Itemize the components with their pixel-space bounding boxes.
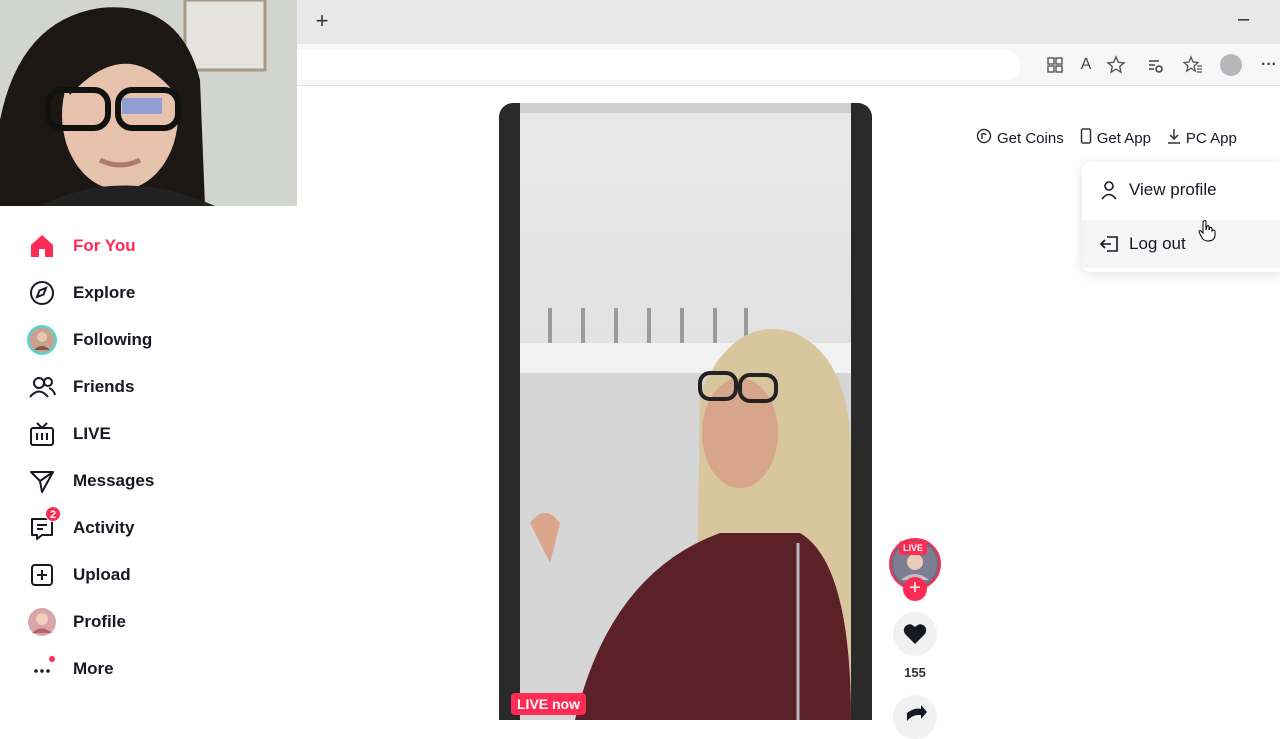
sidebar-item-label: Friends xyxy=(73,377,135,396)
extensions-icon[interactable] xyxy=(1144,54,1166,76)
upload-icon xyxy=(26,559,58,591)
profile-icon[interactable] xyxy=(1220,54,1242,76)
sidebar-item-label: Upload xyxy=(73,565,131,584)
new-tab-button[interactable]: + xyxy=(309,9,335,35)
log-out-menu-item[interactable]: Log out xyxy=(1082,220,1280,268)
sidebar-item-more[interactable]: More xyxy=(26,649,114,689)
favorites-icon[interactable] xyxy=(1182,54,1204,76)
sidebar: For You Explore Following Friends LIVE M… xyxy=(0,206,250,720)
favorite-star-icon[interactable] xyxy=(1105,54,1127,76)
sidebar-item-for-you[interactable]: For You xyxy=(26,226,136,266)
compass-icon xyxy=(26,277,58,309)
sidebar-item-friends[interactable]: Friends xyxy=(26,367,134,407)
person-icon xyxy=(1098,180,1120,200)
share-button[interactable] xyxy=(893,695,937,739)
sidebar-item-profile[interactable]: Profile xyxy=(26,602,126,642)
read-aloud-glyph: A xyxy=(1080,56,1092,73)
share-arrow-icon xyxy=(907,705,927,721)
get-coins-label: Get Coins xyxy=(997,129,1064,147)
get-coins-button[interactable]: Get Coins xyxy=(968,119,1072,157)
log-out-label: Log out xyxy=(1129,234,1186,253)
view-profile-menu-item[interactable]: View profile xyxy=(1082,166,1280,214)
coin-icon xyxy=(976,128,992,148)
following-avatar xyxy=(26,324,58,356)
more-glyph: ··· xyxy=(1261,56,1277,73)
sidebar-item-label: Following xyxy=(73,330,153,349)
home-icon xyxy=(26,230,58,262)
sidebar-item-live[interactable]: LIVE xyxy=(26,414,111,454)
sidebar-item-label: Activity xyxy=(73,518,135,537)
sidebar-item-explore[interactable]: Explore xyxy=(26,273,135,313)
send-icon xyxy=(26,465,58,497)
address-field[interactable] xyxy=(260,50,1020,80)
sidebar-item-label: Explore xyxy=(73,283,136,302)
apps-icon[interactable] xyxy=(1044,54,1066,76)
sidebar-item-messages[interactable]: Messages xyxy=(26,461,154,501)
log-out-icon xyxy=(1098,235,1120,253)
pc-app-label: PC App xyxy=(1185,129,1237,147)
minimize-button[interactable]: – xyxy=(1238,8,1249,31)
download-icon xyxy=(1167,128,1181,148)
profile-avatar xyxy=(26,606,58,638)
sidebar-item-label: For You xyxy=(73,236,136,255)
get-app-button[interactable]: Get App xyxy=(1072,119,1159,157)
live-tv-icon xyxy=(26,418,58,450)
sidebar-item-label: Profile xyxy=(73,612,126,631)
sidebar-item-upload[interactable]: Upload xyxy=(26,555,131,595)
friends-icon xyxy=(26,371,58,403)
view-profile-label: View profile xyxy=(1129,180,1217,199)
like-button[interactable] xyxy=(893,612,937,656)
header-actions: Get Coins Get App PC App xyxy=(968,118,1245,158)
get-app-label: Get App xyxy=(1096,129,1151,147)
activity-badge: 2 xyxy=(45,506,61,522)
follow-button[interactable]: + xyxy=(903,577,927,601)
like-count: 155 xyxy=(904,665,926,680)
more-notification-dot xyxy=(49,656,55,662)
sidebar-item-following[interactable]: Following xyxy=(26,320,152,360)
profile-dropdown-menu: View profile Log out xyxy=(1082,162,1280,272)
more-dots-icon xyxy=(26,653,58,685)
hand-cursor-icon xyxy=(1198,220,1216,242)
pc-app-button[interactable]: PC App xyxy=(1159,119,1245,157)
live-tag: LIVE xyxy=(899,541,928,555)
webcam-overlay xyxy=(0,0,297,206)
sidebar-item-label: Messages xyxy=(73,471,155,490)
activity-icon: 2 xyxy=(26,506,61,544)
live-now-badge[interactable]: LIVE now xyxy=(511,693,586,715)
sidebar-item-label: LIVE xyxy=(73,424,111,443)
phone-icon xyxy=(1080,128,1092,148)
more-icon[interactable]: ··· xyxy=(1258,54,1280,76)
video-player[interactable] xyxy=(499,103,872,720)
sidebar-item-activity[interactable]: 2 Activity xyxy=(26,506,135,548)
heart-icon xyxy=(903,624,927,644)
video-frame xyxy=(520,103,851,720)
sidebar-item-label: More xyxy=(73,659,114,678)
read-aloud-icon[interactable]: A xyxy=(1075,54,1097,76)
